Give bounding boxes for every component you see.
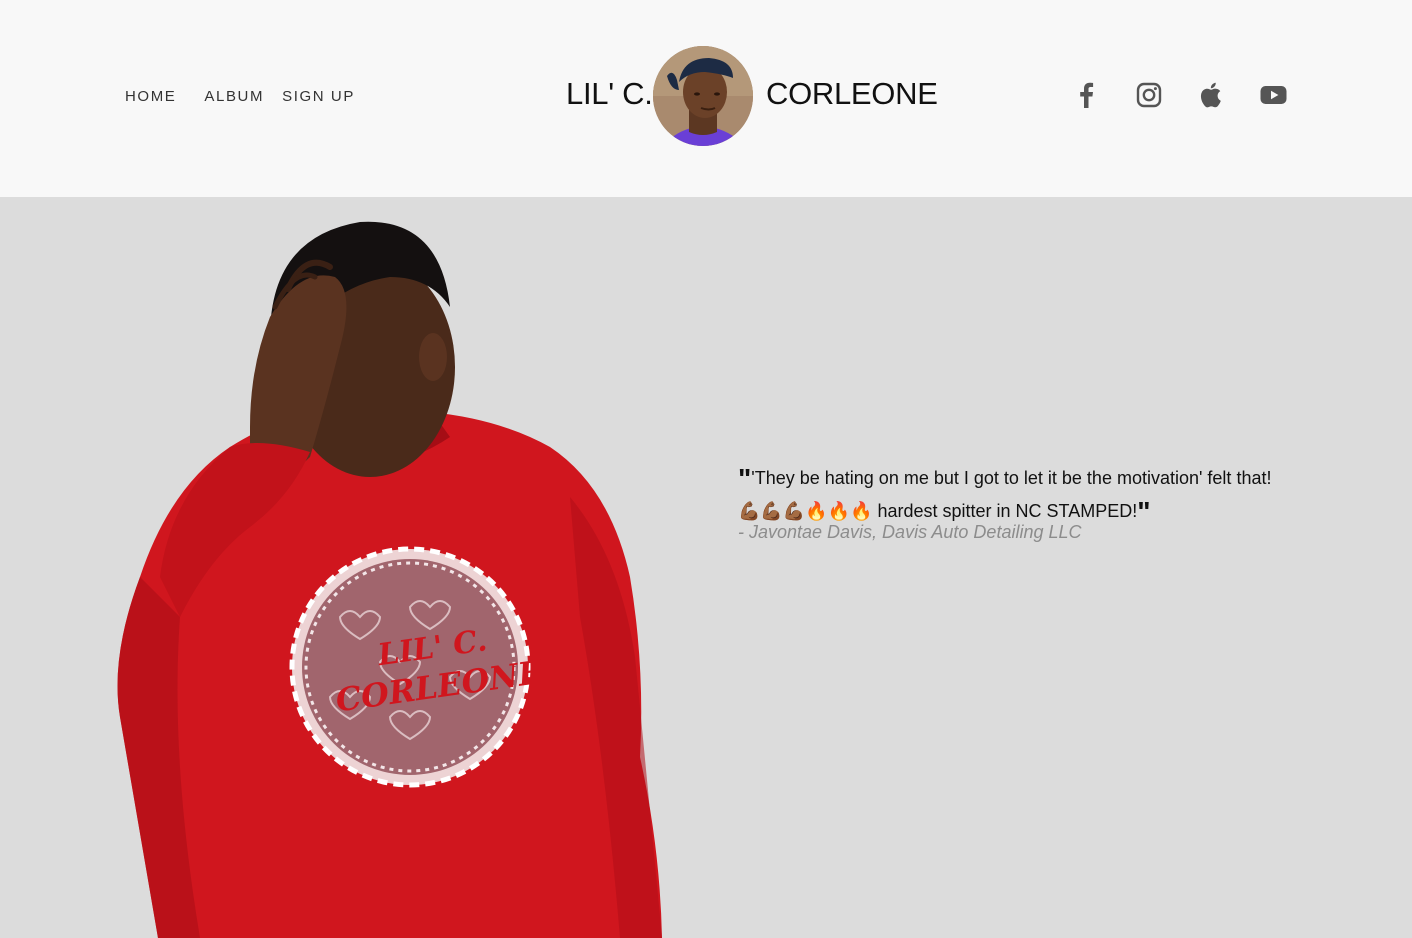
brand-name-right[interactable]: CORLEONE (766, 76, 938, 112)
nav-home-link[interactable]: HOME (125, 88, 176, 105)
brand-name-left[interactable]: LIL' C. (566, 76, 653, 112)
hero-photo: LIL' C. CORLEONE (100, 197, 700, 938)
instagram-icon[interactable] (1136, 82, 1162, 108)
quote-text: 'They be hating on me but I got to let i… (738, 468, 1272, 521)
brand-avatar[interactable] (653, 46, 753, 146)
nav-signup-link[interactable]: SIGN UP (282, 88, 355, 105)
nav-album-link[interactable]: ALBUM (204, 88, 264, 105)
quote-text-block: "'They be hating on me but I got to let … (738, 462, 1298, 528)
quote-author: - Javontae Davis, Davis Auto Detailing L… (738, 522, 1082, 542)
testimonial-quote: "'They be hating on me but I got to let … (738, 462, 1298, 543)
youtube-icon[interactable] (1260, 82, 1287, 108)
main-nav: HOME ALBUM SIGN UP (125, 88, 355, 105)
site-header: HOME ALBUM SIGN UP LIL' C. CORLEONE (0, 0, 1412, 197)
apple-music-icon[interactable] (1198, 82, 1222, 108)
close-quote-mark: " (1137, 496, 1151, 527)
open-quote-mark: " (738, 463, 752, 494)
facebook-icon[interactable] (1076, 82, 1096, 108)
